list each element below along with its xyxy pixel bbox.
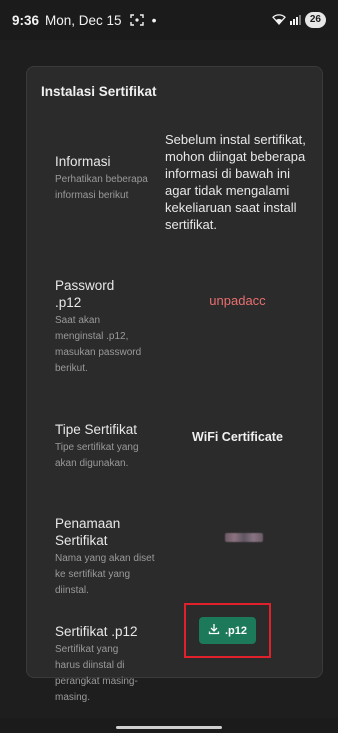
wifi-icon [271,13,286,28]
certificate-install-panel: Instalasi Sertifikat Informasi Perhatika… [26,66,323,703]
row-description: Sertifikat yang harus diinstal di perang… [55,644,138,703]
notification-dot: • [151,12,157,28]
home-gesture-bar[interactable] [116,726,222,729]
row-description: Nama yang akan diset ke sertifikat yang … [55,553,155,596]
info-value: Sebelum instal sertifikat, mohon diingat… [165,132,306,232]
screen-record-icon [129,14,144,26]
row-description: Saat akan menginstal .p12, masukan passw… [55,315,142,374]
certificate-type-value: WiFi Certificate [192,430,283,444]
battery-icon: 26 [304,12,326,28]
row-label: Password .p12 [55,278,115,310]
row-penamaan: Penamaan Sertifikat Nama yang akan diset… [55,515,165,599]
status-time: 9:36 [12,12,40,28]
row-label: Tipe Sertifikat [55,422,138,437]
row-label: Sertifikat .p12 [55,624,138,639]
panel-title: Instalasi Sertifikat [41,84,157,99]
row-password: Password .p12 Saat akan menginstal .p12,… [55,277,165,377]
download-p12-button[interactable]: .p12 [199,617,256,644]
row-informasi: Informasi Perhatikan beberapa informasi … [55,153,165,204]
row-sertifikat: Sertifikat .p12 Sertifikat yang harus di… [55,623,165,706]
status-date: Mon, Dec 15 [45,12,122,28]
download-highlight-box: .p12 [184,603,271,658]
row-description: Tipe sertifikat yang akan digunakan. [55,442,139,469]
status-bar: 9:36 Mon, Dec 15 • 26 [0,0,338,40]
password-value: unpadacc [209,293,266,308]
download-icon [208,623,220,638]
signal-icon [289,13,301,28]
row-label: Penamaan Sertifikat [55,516,121,548]
row-tipe: Tipe Sertifikat Tipe sertifikat yang aka… [55,421,165,472]
row-description: Perhatikan beberapa informasi berikut [55,174,148,201]
row-label: Informasi [55,154,111,169]
download-button-label: .p12 [224,624,247,637]
certificate-name-redacted [225,533,263,542]
